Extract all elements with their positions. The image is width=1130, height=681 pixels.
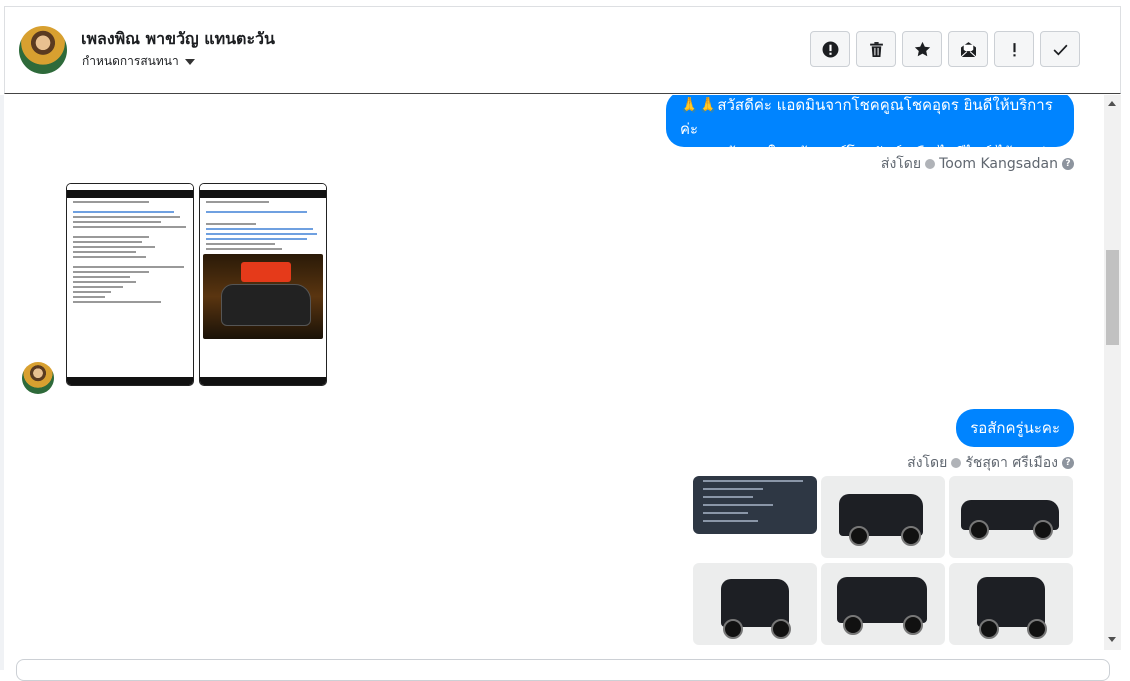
sender-name: Toom Kangsadan — [939, 156, 1058, 172]
action-toolbar — [810, 31, 1080, 67]
assign-conversation-dropdown[interactable]: กำหนดการสนทนา — [82, 52, 195, 71]
chat-scrollbar[interactable] — [1104, 95, 1121, 650]
listing-screenshot-image[interactable] — [66, 183, 194, 386]
scroll-up-arrow-icon[interactable] — [1108, 101, 1116, 106]
scroll-down-arrow-icon[interactable] — [1108, 637, 1116, 642]
contact-avatar-small — [22, 362, 54, 394]
mark-unread-button[interactable] — [948, 31, 988, 67]
conversation-header: เพลงพิณ พาขวัญ แทนตะวัน กำหนดการสนทนา — [4, 6, 1121, 94]
spec-sheet-photo[interactable] — [693, 476, 817, 534]
spam-button[interactable] — [810, 31, 850, 67]
caret-down-icon — [184, 58, 195, 65]
sent-by-info: ส่งโดย รัชสุดา ศรีเมือง ? — [907, 452, 1074, 474]
sender-name: รัชสุดา ศรีเมือง — [965, 455, 1058, 471]
help-icon[interactable]: ? — [1062, 457, 1074, 469]
message-line: 🙏🙏สวัสดีค่ะ แอดมินจากโชคคูณโชคอุดร ยินดี… — [680, 96, 1053, 138]
help-icon[interactable]: ? — [1062, 158, 1074, 170]
envelope-open-icon — [960, 41, 976, 57]
star-icon — [914, 41, 930, 56]
assign-label: กำหนดการสนทนา — [82, 54, 179, 68]
important-button[interactable] — [994, 31, 1034, 67]
check-icon — [1053, 44, 1067, 56]
message-thread[interactable]: 🙏🙏สวัสดีค่ะ แอดมินจากโชคคูณโชคอุดร ยินดี… — [4, 95, 1104, 650]
outgoing-message-please-wait[interactable]: รอสักครู่นะคะ — [956, 409, 1074, 447]
sent-by-label: ส่งโดย — [880, 156, 922, 172]
delete-button[interactable] — [856, 31, 896, 67]
trash-icon — [869, 41, 883, 57]
sent-check-icon — [951, 458, 962, 468]
contact-avatar[interactable] — [19, 26, 67, 74]
truck-front-three-quarter-photo[interactable] — [821, 563, 945, 645]
message-composer[interactable] — [16, 659, 1110, 681]
truck-side-photo[interactable] — [949, 476, 1073, 558]
exclamation-icon — [1012, 42, 1016, 56]
truck-rear-three-quarter-photo[interactable] — [821, 476, 945, 558]
sent-by-info: ส่งโดย Toom Kangsadan ? — [881, 153, 1074, 175]
scroll-thumb[interactable] — [1106, 250, 1119, 345]
promo-screenshot-image[interactable] — [199, 183, 327, 386]
outgoing-message-greeting[interactable]: 🙏🙏สวัสดีค่ะ แอดมินจากโชคคูณโชคอุดร ยินดี… — [666, 95, 1074, 162]
star-button[interactable] — [902, 31, 942, 67]
done-button[interactable] — [1040, 31, 1080, 67]
exclamation-circle-icon — [822, 41, 838, 57]
sent-check-icon — [925, 159, 936, 169]
truck-front-photo[interactable] — [949, 563, 1073, 645]
truck-rear-photo[interactable] — [693, 563, 817, 645]
contact-name[interactable]: เพลงพิณ พาขวัญ แทนตะวัน — [81, 27, 275, 52]
sent-by-label: ส่งโดย — [907, 455, 948, 471]
